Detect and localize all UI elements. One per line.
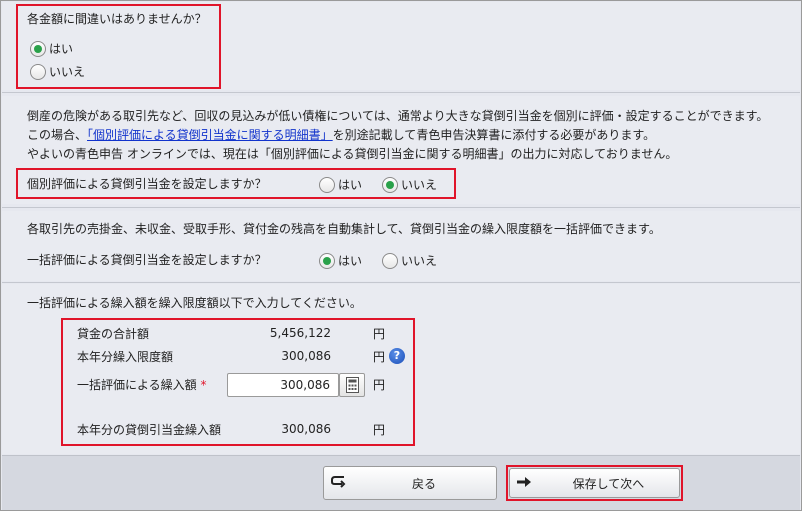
confirm-no-label: いいえ xyxy=(49,65,86,79)
result-label: 本年分の貸倒引当金繰入額 xyxy=(77,423,222,437)
loan-total-value: 5,456,122 xyxy=(269,326,331,340)
app-window: 各金額に間違いはありませんか？ はい いいえ 倒産の危険がある取引先など、回収の… xyxy=(0,0,802,511)
arrow-right-icon xyxy=(510,474,538,492)
bulk-no-option[interactable]: いいえ xyxy=(382,252,437,269)
input-label: 一括評価による繰入額 * xyxy=(77,377,206,393)
calculator-icon xyxy=(345,377,359,393)
bulk-yes-option[interactable]: はい xyxy=(319,252,362,269)
divider xyxy=(2,282,800,283)
radio-selected-icon[interactable] xyxy=(30,40,46,57)
back-button[interactable]: 戻る xyxy=(323,466,497,500)
line2-suffix: を別途記載して青色申告決算書に添付する必要があります。 xyxy=(332,128,656,142)
loan-total-unit: 円 xyxy=(373,327,386,341)
return-arrow-icon xyxy=(324,474,352,492)
limit-unit: 円 xyxy=(373,350,386,364)
radio-unselected-icon[interactable] xyxy=(30,63,46,80)
limit-label: 本年分繰入限度額 xyxy=(77,350,174,364)
individual-desc-line2: この場合、「個別評価による貸倒引当金に関する明細書」を別途記載して青色申告決算書… xyxy=(27,127,655,143)
individual-no-label: いいえ xyxy=(401,178,438,192)
individual-desc-line3: やよいの青色申告 オンラインでは、現在は「個別評価による貸倒引当金に関する明細書… xyxy=(27,147,678,161)
amount-instruction: 一括評価による繰入額を繰入限度額以下で入力してください。 xyxy=(27,296,362,310)
required-mark: * xyxy=(200,378,207,392)
result-unit: 円 xyxy=(373,423,386,437)
radio-selected-icon[interactable] xyxy=(382,176,398,193)
individual-yes-option[interactable]: はい xyxy=(319,176,362,193)
divider xyxy=(2,92,800,93)
bulk-no-label: いいえ xyxy=(401,254,438,268)
calculator-button[interactable] xyxy=(339,373,365,397)
confirm-question: 各金額に間違いはありませんか？ xyxy=(27,12,207,26)
input-unit: 円 xyxy=(373,378,386,392)
save-next-button[interactable]: 保存して次へ xyxy=(509,468,680,498)
bulk-description: 各取引先の売掛金、未収金、受取手形、貸付金の残高を自動集計して、貸倒引当金の繰入… xyxy=(27,222,661,236)
radio-unselected-icon[interactable] xyxy=(319,176,335,193)
bulk-question: 一括評価による貸倒引当金を設定しますか？ xyxy=(27,253,267,267)
individual-no-option[interactable]: いいえ xyxy=(382,176,437,193)
help-icon[interactable]: ? xyxy=(389,348,405,364)
loan-total-label: 貸金の合計額 xyxy=(77,327,150,341)
input-label-text: 一括評価による繰入額 xyxy=(77,378,197,392)
line2-prefix: この場合、 xyxy=(27,128,88,142)
radio-unselected-icon[interactable] xyxy=(382,252,398,269)
divider xyxy=(2,207,800,208)
result-value: 300,086 xyxy=(281,422,331,436)
individual-yes-label: はい xyxy=(338,178,363,192)
confirm-yes-label: はい xyxy=(49,42,74,56)
individual-question: 個別評価による貸倒引当金を設定しますか？ xyxy=(27,177,267,191)
limit-value: 300,086 xyxy=(281,349,331,363)
radio-selected-icon[interactable] xyxy=(319,252,335,269)
statement-link[interactable]: 「個別評価による貸倒引当金に関する明細書」 xyxy=(87,128,333,142)
confirm-yes-option[interactable]: はい xyxy=(30,40,73,57)
individual-desc-line1: 倒産の危険がある取引先など、回収の見込みが低い債権については、通常より大きな貸倒… xyxy=(27,109,769,123)
bulk-yes-label: はい xyxy=(338,254,363,268)
amount-input[interactable] xyxy=(228,374,338,396)
amount-input-wrapper xyxy=(227,373,339,397)
confirm-no-option[interactable]: いいえ xyxy=(30,63,85,80)
back-label: 戻る xyxy=(411,476,436,491)
save-next-label: 保存して次へ xyxy=(572,476,645,491)
